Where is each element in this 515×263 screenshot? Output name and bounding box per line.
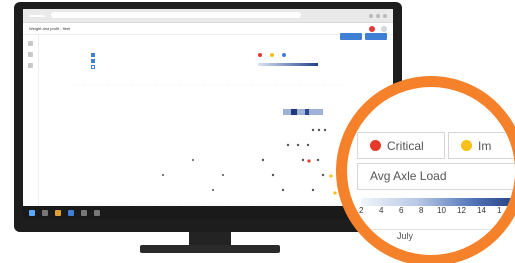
product-showcase: Weight and profit - fleet Critical Im Av…: [0, 0, 515, 263]
legend-dot-important[interactable]: [270, 53, 274, 57]
scale-tick: 12: [457, 206, 466, 215]
primary-button[interactable]: [340, 33, 362, 40]
taskbar-app-icon[interactable]: [55, 209, 61, 216]
legend-chip-label: Im: [478, 138, 492, 153]
heat-strip: [283, 109, 323, 115]
important-dot-icon: [461, 140, 472, 151]
sidebar-item-reports[interactable]: [28, 52, 33, 57]
scale-tick: 8: [419, 206, 424, 215]
scale-tick: 14: [477, 206, 486, 215]
taskbar-app-icon[interactable]: [94, 209, 100, 216]
color-scale-bar: [361, 198, 515, 206]
toolbar: [340, 33, 387, 40]
legend-dot-other[interactable]: [282, 53, 286, 57]
filter-panel: [91, 51, 95, 69]
color-scale-ticks: 2 4 6 8 10 12 14 1: [359, 206, 515, 216]
month-label: July: [397, 231, 414, 241]
legend-chip-label: Critical: [387, 138, 424, 153]
metric-select-value: Avg Axle Load: [370, 169, 447, 183]
timeline-axis: [367, 229, 515, 230]
os-taskbar: [23, 206, 393, 219]
timeline-scatter: [73, 84, 343, 206]
legend-dot-critical[interactable]: [258, 53, 262, 57]
monitor-stand-neck: [189, 232, 231, 246]
app-header: Weight and profit - fleet: [23, 23, 393, 35]
start-icon[interactable]: [29, 209, 35, 216]
taskbar-app-icon[interactable]: [42, 209, 48, 216]
scale-tick: 6: [399, 206, 404, 215]
legend-chip-important[interactable]: Im: [448, 132, 515, 159]
notification-icon[interactable]: [369, 25, 375, 32]
sidebar-item-home[interactable]: [28, 41, 33, 46]
legend-chip-critical[interactable]: Critical: [357, 132, 445, 159]
browser-tab-bar: [23, 9, 393, 23]
filter-checkbox[interactable]: [91, 53, 95, 57]
scale-tick: 2: [359, 206, 364, 215]
magnifier-zoom: Critical Im Avg Axle Load 2 4 6 8 10 12 …: [347, 87, 515, 255]
filter-checkbox[interactable]: [91, 65, 95, 69]
critical-dot-icon: [370, 140, 381, 151]
scale-tick: 1: [497, 206, 502, 215]
scale-tick: 4: [379, 206, 384, 215]
avatar[interactable]: [381, 25, 387, 32]
mini-legend: [258, 53, 286, 57]
taskbar-app-icon[interactable]: [68, 209, 74, 216]
sidebar: [23, 35, 39, 206]
taskbar-app-icon[interactable]: [81, 209, 87, 216]
secondary-button[interactable]: [365, 33, 387, 40]
filter-checkbox[interactable]: [91, 59, 95, 63]
address-bar[interactable]: [51, 12, 301, 18]
mini-color-scale: [258, 63, 318, 66]
scale-tick: 10: [437, 206, 446, 215]
browser-tab[interactable]: [29, 14, 45, 17]
metric-select[interactable]: Avg Axle Load: [357, 163, 515, 190]
sidebar-item-settings[interactable]: [28, 63, 33, 68]
monitor-stand-base: [140, 245, 280, 253]
app-title: Weight and profit - fleet: [29, 26, 71, 31]
window-controls[interactable]: [369, 13, 387, 18]
